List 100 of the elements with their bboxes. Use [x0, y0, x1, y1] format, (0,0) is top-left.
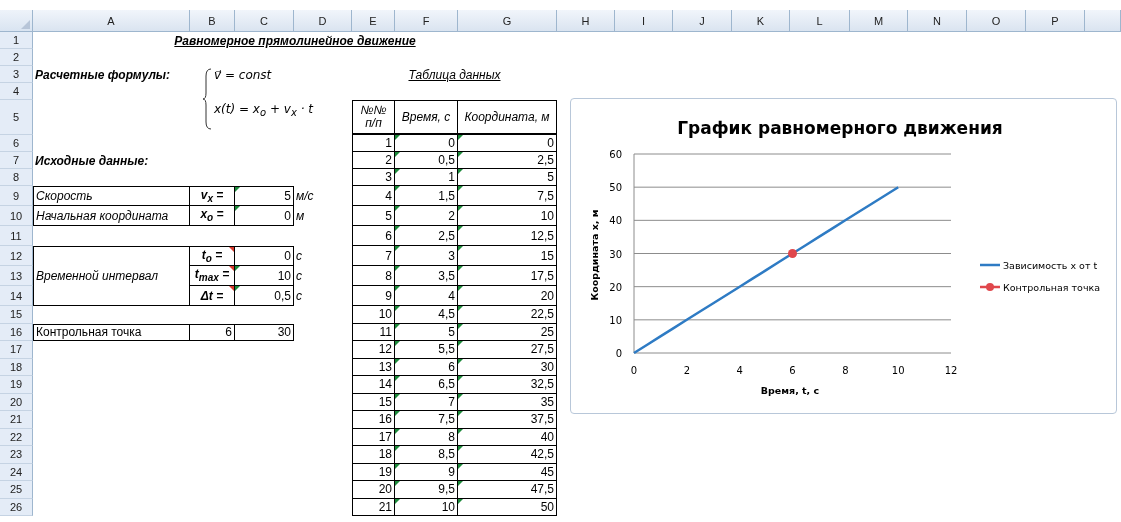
table-cell: Контрольная точка: [33, 323, 190, 341]
row-number[interactable]: 9: [0, 186, 33, 206]
table-cell: 6: [395, 358, 458, 376]
table-cell: 5,5: [395, 341, 458, 359]
table-cell: 3: [395, 246, 458, 266]
table-cell: 5: [352, 206, 395, 226]
table-cell: 42,5: [458, 446, 557, 464]
table-cell: Начальная координата: [33, 206, 190, 226]
row-number[interactable]: 5: [0, 100, 33, 135]
table-cell: 5: [395, 323, 458, 341]
row-number[interactable]: 17: [0, 341, 33, 359]
table-cell: 0,5: [235, 286, 294, 306]
axis-label: Время, t, с: [760, 385, 820, 396]
table-cell: 7: [352, 246, 395, 266]
column-header[interactable]: M: [850, 10, 908, 32]
row-number[interactable]: 14: [0, 286, 33, 306]
table-cell: 13: [352, 358, 395, 376]
table-cell: Δt =: [190, 286, 235, 306]
column-header[interactable]: K: [732, 10, 790, 32]
brace-icon: [202, 68, 212, 130]
table-cell: 0: [235, 206, 294, 226]
row-number[interactable]: 11: [0, 226, 33, 246]
row-number[interactable]: 8: [0, 169, 33, 186]
table-cell: 15: [458, 246, 557, 266]
table-cell: 0: [235, 246, 294, 266]
column-header[interactable]: H: [557, 10, 615, 32]
table-cell: 10: [395, 498, 458, 516]
column-header[interactable]: D: [294, 10, 352, 32]
column-header[interactable]: B: [190, 10, 235, 32]
column-header[interactable]: J: [673, 10, 732, 32]
table-cell: 3: [352, 169, 395, 186]
table-cell: 1,5: [395, 186, 458, 206]
column-header[interactable]: L: [790, 10, 850, 32]
formula-line: x(t) = x$_{o}$ + v$_{x}$ · t: [214, 102, 313, 119]
table-cell: 7: [395, 393, 458, 411]
column-header[interactable]: P: [1026, 10, 1085, 32]
table-cell: 10: [458, 206, 557, 226]
tick-label: 6: [789, 365, 796, 376]
table-cell: 30: [458, 358, 557, 376]
row-number[interactable]: 2: [0, 49, 33, 66]
row-number[interactable]: 13: [0, 266, 33, 286]
formulas-label: Расчетные формулы:: [34, 66, 172, 83]
row-number[interactable]: 25: [0, 481, 33, 499]
row-number[interactable]: 15: [0, 306, 33, 324]
column-header[interactable]: F: [395, 10, 458, 32]
data-point: [788, 249, 797, 258]
table-cell: 6: [190, 323, 235, 341]
table-cell: t$_{o}$ =: [190, 246, 235, 266]
table-cell: 8: [352, 266, 395, 286]
table-cell: 9: [395, 463, 458, 481]
table-cell: 1: [352, 135, 395, 152]
table-cell: 11: [352, 323, 395, 341]
table-cell: 40: [458, 428, 557, 446]
column-header[interactable]: E: [352, 10, 395, 32]
row-number[interactable]: 12: [0, 246, 33, 266]
table-cell: 50: [458, 498, 557, 516]
table-cell: 47,5: [458, 481, 557, 499]
row-number[interactable]: 10: [0, 206, 33, 226]
row-number[interactable]: 3: [0, 66, 33, 83]
table-cell: 2,5: [458, 152, 557, 169]
table-cell: 3,5: [395, 266, 458, 286]
table-cell: 2: [352, 152, 395, 169]
table-cell: 12,5: [458, 226, 557, 246]
table-cell: 9,5: [395, 481, 458, 499]
column-heading: Координата, м: [458, 100, 557, 135]
tick-label: 10: [609, 314, 622, 326]
tick-label: 2: [683, 365, 690, 376]
table-cell: 0: [458, 135, 557, 152]
tick-label: 40: [609, 215, 622, 227]
row-number[interactable]: 21: [0, 411, 33, 429]
table-cell-text: с: [295, 288, 303, 305]
row-number[interactable]: 4: [0, 83, 33, 100]
select-all-button[interactable]: [0, 10, 33, 32]
column-header[interactable]: I: [615, 10, 673, 32]
tick-label: 4: [736, 365, 743, 376]
column-header[interactable]: A: [33, 10, 190, 32]
row-number[interactable]: 1: [0, 32, 33, 49]
table-cell: 22,5: [458, 306, 557, 324]
corner-triangle-icon: [21, 20, 30, 29]
column-header[interactable]: O: [967, 10, 1026, 32]
table-cell: 0,5: [395, 152, 458, 169]
column-header[interactable]: N: [908, 10, 967, 32]
legend-key-icon: [980, 263, 1000, 267]
table-cell: 30: [235, 323, 294, 341]
table-cell: v$_{x}$ =: [190, 186, 235, 206]
row-number[interactable]: 23: [0, 446, 33, 464]
table-cell: 2,5: [395, 226, 458, 246]
table-cell: 1: [395, 169, 458, 186]
table-cell: Скорость: [33, 186, 190, 206]
row-number[interactable]: 19: [0, 376, 33, 394]
tick-label: 8: [842, 365, 849, 376]
row-number[interactable]: 6: [0, 135, 33, 152]
table-cell: 8,5: [395, 446, 458, 464]
column-header[interactable]: [1085, 10, 1121, 32]
row-number[interactable]: 7: [0, 152, 33, 169]
legend-label: Зависимость x от t: [1003, 260, 1098, 271]
column-header[interactable]: C: [235, 10, 294, 32]
column-header[interactable]: G: [458, 10, 557, 32]
table-cell: 32,5: [458, 376, 557, 394]
table-cell: 20: [458, 286, 557, 306]
